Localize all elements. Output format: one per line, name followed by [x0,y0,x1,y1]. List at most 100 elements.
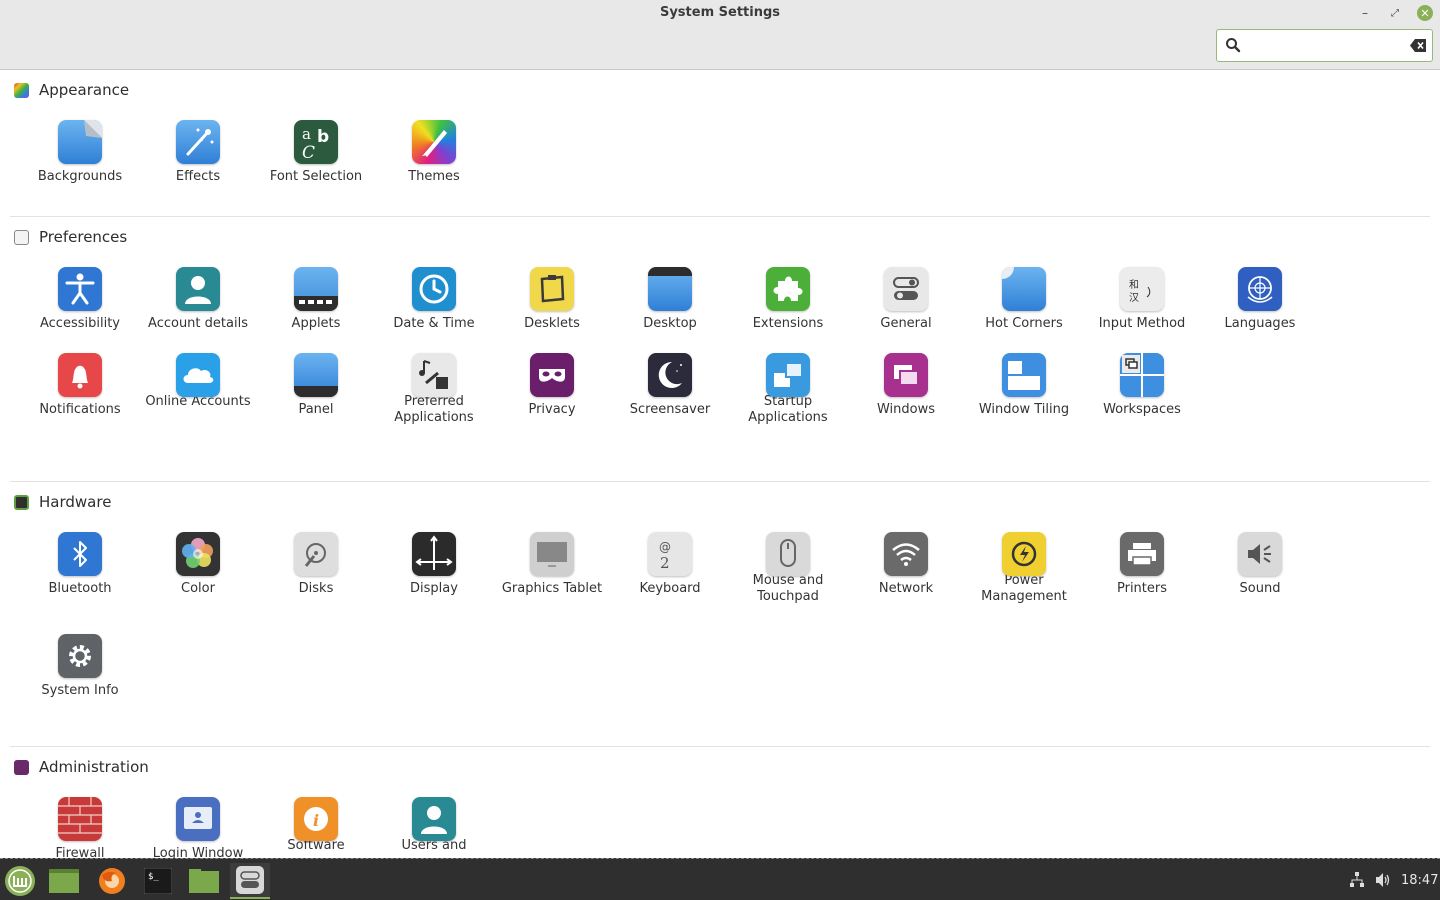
item-effects[interactable]: Effects [139,120,257,185]
item-panel[interactable]: Panel [257,353,375,418]
music-note-icon [412,353,456,397]
settings-content: Appearance Backgrounds Effects abC Font … [0,70,1440,858]
clock[interactable]: 18:47 [1401,873,1438,888]
item-color[interactable]: Color [139,532,257,597]
terminal-button[interactable]: $_ [138,863,178,899]
item-languages[interactable]: Languages [1201,267,1319,332]
section-title: Preferences [39,228,128,246]
network-tray-icon[interactable] [1349,871,1365,889]
files-button[interactable] [184,863,224,899]
bluetooth-icon [58,532,102,576]
gear-icon [58,634,102,678]
desklets-icon [530,267,574,311]
maximize-button[interactable]: ⤢ [1387,5,1403,21]
menu-button[interactable] [0,863,40,899]
cloud-icon [176,353,220,397]
minimize-button[interactable]: – [1357,5,1373,21]
users-icon [412,797,456,841]
item-workspaces[interactable]: Workspaces [1083,353,1201,418]
item-screensaver[interactable]: Screensaver [611,353,729,418]
tablet-icon [530,532,574,576]
hardware-category-icon [14,494,29,510]
wifi-icon [884,532,928,576]
moon-icon [648,353,692,397]
item-bluetooth[interactable]: Bluetooth [21,532,139,597]
item-account-details[interactable]: Account details [139,267,257,332]
effects-icon [176,120,220,164]
keyboard-icon: @2 [648,532,692,576]
item-applets[interactable]: Applets [257,267,375,332]
item-notifications[interactable]: Notifications [21,353,139,418]
item-preferred-applications[interactable]: Preferred Applications [375,353,493,426]
puzzle-icon [766,267,810,311]
item-network[interactable]: Network [847,532,965,597]
item-display[interactable]: Display [375,532,493,597]
toggles-icon [884,267,928,311]
item-extensions[interactable]: Extensions [729,267,847,332]
item-accessibility[interactable]: Accessibility [21,267,139,332]
speaker-icon [1238,532,1282,576]
item-backgrounds[interactable]: Backgrounds [21,120,139,185]
item-desklets[interactable]: Desklets [493,267,611,332]
section-title: Appearance [39,81,130,99]
item-date-time[interactable]: Date & Time [375,267,493,332]
globe-icon [1238,267,1282,311]
firefox-button[interactable] [92,863,132,899]
item-themes[interactable]: Themes [375,120,493,185]
item-disks[interactable]: Disks [257,532,375,597]
startup-icon [766,353,810,397]
item-windows[interactable]: Windows [847,353,965,418]
item-font-selection[interactable]: abC Font Selection [257,120,375,185]
section-title: Administration [39,758,149,776]
item-online-accounts[interactable]: Online Accounts [139,353,257,410]
themes-icon [412,120,456,164]
volume-tray-icon[interactable] [1375,871,1391,889]
search-box[interactable] [1216,29,1433,62]
window-tiling-icon [1002,353,1046,397]
taskbar: $_ 18:47 [0,858,1440,900]
item-mouse-and-touchpad[interactable]: Mouse and Touchpad [729,532,847,605]
svg-text:i: i [313,811,319,830]
administration-category-icon [14,759,29,775]
disk-icon [294,532,338,576]
system-settings-taskbar-button[interactable] [230,863,270,899]
font-selection-icon: abC [294,120,338,164]
item-login-window[interactable]: Login Window [139,797,257,858]
clear-search-icon[interactable] [1410,39,1426,52]
item-sound[interactable]: Sound [1201,532,1319,597]
display-icon [412,532,456,576]
workspaces-icon [1120,353,1164,397]
close-button[interactable]: ✕ [1417,5,1433,21]
svg-text:a: a [302,125,311,143]
item-power-management[interactable]: Power Management [965,532,1083,605]
accessibility-icon [58,267,102,311]
section-separator [10,481,1430,482]
item-input-method[interactable]: 和汉 Input Method [1083,267,1201,332]
system-settings-icon [236,866,264,894]
firewall-icon [58,797,102,841]
item-graphics-tablet[interactable]: Graphics Tablet [493,532,611,597]
item-privacy[interactable]: Privacy [493,353,611,418]
svg-text:$_: $_ [148,872,159,882]
item-startup-applications[interactable]: Startup Applications [729,353,847,426]
item-printers[interactable]: Printers [1083,532,1201,597]
item-software-sources[interactable]: i Software [257,797,375,854]
panel-icon [294,353,338,397]
item-window-tiling[interactable]: Window Tiling [965,353,1083,418]
firefox-icon [99,868,125,894]
clock-icon [412,267,456,311]
desktop-icon [648,267,692,311]
search-input[interactable] [1247,34,1397,57]
item-hot-corners[interactable]: Hot Corners [965,267,1083,332]
item-keyboard[interactable]: @2 Keyboard [611,532,729,597]
item-system-info[interactable]: System Info [21,634,139,699]
mask-icon [530,353,574,397]
printer-icon [1120,532,1164,576]
header-bar: System Settings – ⤢ ✕ [0,0,1440,70]
item-firewall[interactable]: Firewall [21,797,139,858]
item-users-and-groups[interactable]: Users and [375,797,493,854]
item-general[interactable]: General [847,267,965,332]
bell-icon [58,353,102,397]
item-desktop[interactable]: Desktop [611,267,729,332]
show-desktop-button[interactable] [44,863,84,899]
